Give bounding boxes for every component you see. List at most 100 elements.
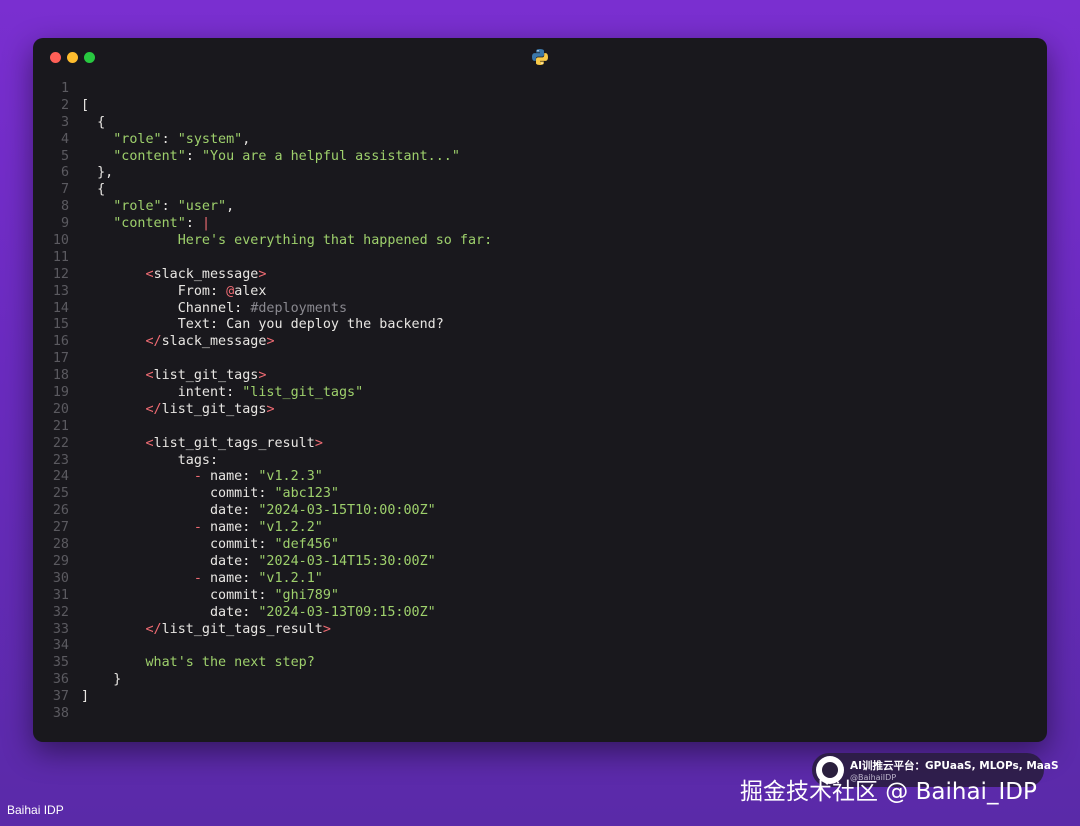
code-token: "role" — [113, 199, 162, 215]
code-token: list_git_tags — [153, 368, 259, 384]
code-token: "v1.2.3" — [258, 469, 323, 485]
python-icon — [532, 49, 548, 65]
line-number: 16 — [52, 334, 69, 350]
code-token: "list_git_tags" — [242, 385, 364, 401]
line-number: 22 — [52, 435, 69, 451]
line-number: 31 — [52, 587, 69, 603]
code-token: slack_message — [153, 266, 259, 282]
line-number: 10 — [52, 233, 69, 249]
line-number: 37 — [52, 689, 69, 705]
code-line: 28 commit: "def456" — [33, 537, 492, 554]
code-token: "2024-03-13T09:15:00Z" — [258, 604, 436, 620]
code-token: Channel: — [177, 300, 251, 316]
code-token: "abc123" — [274, 486, 340, 502]
code-token: "user" — [177, 199, 227, 215]
code-token: Text: Can you deploy the backend? — [177, 317, 444, 333]
code-line: 30 - name: "v1.2.1" — [33, 571, 492, 588]
code-token: slack_message — [161, 334, 267, 350]
code-token: { — [97, 182, 106, 198]
line-number: 35 — [52, 655, 69, 671]
line-number: 28 — [52, 537, 69, 553]
line-number: 13 — [52, 283, 69, 299]
code-token: name: — [210, 570, 259, 586]
code-line: 31 commit: "ghi789" — [33, 588, 492, 605]
code-line: 26 date: "2024-03-15T10:00:00Z" — [33, 503, 492, 520]
line-number: 33 — [52, 621, 69, 637]
line-number: 14 — [52, 300, 69, 316]
code-line: 2[ — [33, 98, 492, 115]
code-line: 20 </list_git_tags> — [33, 402, 492, 419]
line-number: 29 — [52, 553, 69, 569]
code-editor[interactable]: 1 2[ 3 { 4 "role": "system", 5 "content"… — [33, 81, 492, 723]
code-token: what's the next step? — [145, 655, 315, 671]
code-line: 37] — [33, 689, 492, 706]
code-line: 23 tags: — [33, 453, 492, 470]
line-number: 24 — [52, 469, 69, 485]
code-token: "v1.2.1" — [258, 570, 323, 586]
code-line: 24 - name: "v1.2.3" — [33, 469, 492, 486]
line-number: 18 — [52, 368, 69, 384]
line-number: 9 — [60, 216, 69, 232]
code-line: 32 date: "2024-03-13T09:15:00Z" — [33, 605, 492, 622]
line-number: 23 — [52, 452, 69, 468]
line-number: 27 — [52, 520, 69, 536]
close-window-button[interactable] — [50, 52, 61, 63]
code-token: "v1.2.2" — [258, 520, 323, 536]
code-token: "2024-03-15T10:00:00Z" — [258, 503, 436, 519]
code-token: - — [193, 469, 202, 485]
maximize-window-button[interactable] — [84, 52, 95, 63]
code-token: { — [97, 114, 106, 130]
badge-title: AI训推云平台：GPUaaS, MLOPs, MaaS — [850, 760, 1059, 772]
line-number: 1 — [60, 81, 69, 96]
code-line: 19 intent: "list_git_tags" — [33, 385, 492, 402]
code-token: Here's everything that happened so far: — [177, 233, 493, 249]
code-token: From: — [177, 283, 227, 299]
code-token: [ — [81, 97, 90, 113]
code-line: 18 <list_git_tags> — [33, 368, 492, 385]
editor-window: 1 2[ 3 { 4 "role": "system", 5 "content"… — [33, 38, 1047, 742]
corner-watermark: Baihai IDP — [7, 803, 64, 817]
line-number: 2 — [60, 97, 69, 113]
code-token: "2024-03-14T15:30:00Z" — [258, 553, 436, 569]
code-token: date: — [210, 553, 259, 569]
code-line: 29 date: "2024-03-14T15:30:00Z" — [33, 554, 492, 571]
minimize-window-button[interactable] — [67, 52, 78, 63]
line-number: 21 — [52, 418, 69, 434]
line-number: 20 — [52, 401, 69, 417]
text-cursor: | — [201, 216, 210, 232]
code-token: }, — [97, 165, 114, 181]
code-token: tags: — [177, 452, 219, 468]
watermark-text: 掘金技术社区 @ Baihai_IDP — [740, 779, 1037, 805]
code-token: } — [113, 672, 122, 688]
line-number: 32 — [52, 604, 69, 620]
code-line: 5 "content": "You are a helpful assistan… — [33, 149, 492, 166]
code-token: "content" — [113, 216, 186, 232]
code-token: - — [193, 570, 202, 586]
code-token: commit: — [210, 486, 275, 502]
code-token: date: — [210, 503, 259, 519]
code-line: 22 <list_git_tags_result> — [33, 436, 492, 453]
line-number: 30 — [52, 570, 69, 586]
code-token: list_git_tags_result — [161, 621, 323, 637]
line-number: 11 — [52, 249, 69, 265]
code-token: "ghi789" — [274, 587, 340, 603]
code-token: @ — [226, 283, 235, 299]
line-number: 12 — [52, 266, 69, 282]
code-line: 34 — [33, 638, 492, 655]
code-token: alex — [234, 283, 267, 299]
code-token: - — [193, 520, 202, 536]
code-token: commit: — [210, 537, 275, 553]
line-number: 25 — [52, 486, 69, 502]
line-number: 36 — [52, 672, 69, 688]
code-line: 16 </slack_message> — [33, 334, 492, 351]
code-token: "system" — [177, 131, 243, 147]
code-line: 7 { — [33, 182, 492, 199]
code-line: 15 Text: Can you deploy the backend? — [33, 317, 492, 334]
code-token: "content" — [113, 148, 186, 164]
line-number: 26 — [52, 503, 69, 519]
code-token: "You are a helpful assistant..." — [201, 148, 460, 164]
code-line: 4 "role": "system", — [33, 132, 492, 149]
line-number: 19 — [52, 385, 69, 401]
code-line: 13 From: @alex — [33, 284, 492, 301]
line-number: 4 — [60, 131, 69, 147]
